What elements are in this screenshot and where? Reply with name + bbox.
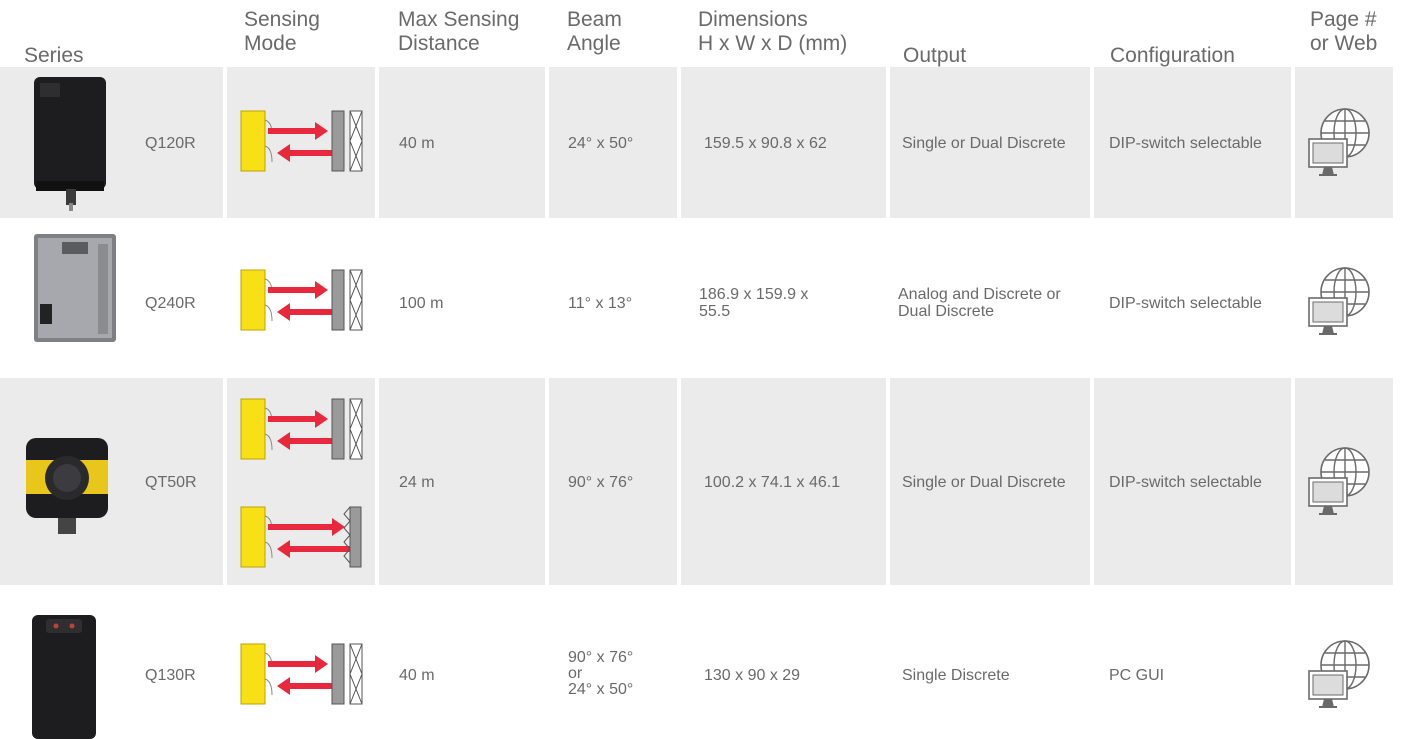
product-photo-q130r	[32, 615, 96, 739]
header-sensing-mode: Sensing Mode	[244, 8, 320, 56]
beam-angle: 90° x 76°	[568, 474, 634, 491]
header-output: Output	[903, 44, 967, 67]
max-distance: 40 m	[399, 135, 435, 152]
beam-angle-line2: or	[568, 665, 583, 682]
series-name: Q240R	[145, 295, 196, 312]
table-row: Q130R 40 m 90° x 76° or 24° x 50° 130 x …	[0, 589, 1408, 739]
product-photo-qt50r	[26, 438, 108, 534]
header-page-web: Page # or Web	[1310, 8, 1377, 56]
web-monitor-icon[interactable]	[1305, 444, 1385, 520]
series-name: Q120R	[145, 135, 196, 152]
output: Single or Dual Discrete	[902, 474, 1066, 491]
table-row: QT50R 24 m 90° x 76° 100.2 x 74.1 x 46.1…	[0, 378, 1408, 585]
web-monitor-icon[interactable]	[1305, 105, 1385, 181]
output-line1: Analog and Discrete or	[898, 286, 1061, 303]
header-page-web-line1: Page #	[1310, 8, 1377, 31]
dimensions-line1: 186.9 x 159.9 x	[699, 286, 809, 303]
header-dimensions-line2: H x W x D (mm)	[698, 32, 848, 55]
table-row: Q240R 100 m 11° x 13° 186.9 x 159.9 x 55…	[0, 222, 1408, 374]
output: Single or Dual Discrete	[902, 135, 1066, 152]
max-distance: 24 m	[399, 474, 435, 491]
dimensions: 130 x 90 x 29	[704, 667, 801, 684]
web-monitor-icon[interactable]	[1305, 264, 1385, 340]
web-monitor-icon[interactable]	[1305, 637, 1385, 713]
configuration: PC GUI	[1109, 667, 1165, 684]
product-photo-q240r	[34, 234, 116, 342]
header-series: Series	[24, 44, 84, 67]
header-max-distance: Max Sensing Distance	[398, 8, 519, 56]
beam-angle: 24° x 50°	[568, 135, 634, 152]
max-distance: 40 m	[399, 667, 435, 684]
header-max-distance-line2: Distance	[398, 32, 480, 55]
header-max-distance-line1: Max Sensing	[398, 8, 520, 31]
header-sensing-mode-line1: Sensing	[244, 8, 320, 31]
header-beam-angle-line2: Angle	[567, 32, 621, 55]
configuration: DIP-switch selectable	[1109, 295, 1262, 312]
configuration: DIP-switch selectable	[1109, 474, 1262, 491]
dimensions: 100.2 x 74.1 x 46.1	[704, 474, 841, 491]
product-comparison-table: Series Sensing Mode Max Sensing Distance…	[0, 0, 1408, 739]
header-beam-angle-line1: Beam	[567, 8, 622, 31]
series-name: Q130R	[145, 667, 196, 684]
dimensions: 186.9 x 159.9 x 55.5	[699, 286, 808, 320]
header-sensing-mode-line2: Mode	[244, 32, 297, 55]
output: Analog and Discrete or Dual Discrete	[898, 286, 1061, 320]
output-line2: Dual Discrete	[898, 303, 995, 320]
table-row: Q120R 40 m 24° x 50° 159.5 x 90.8 x 62 S…	[0, 67, 1408, 218]
max-distance: 100 m	[399, 295, 444, 312]
beam-angle-line1: 90° x 76°	[568, 649, 634, 666]
header-beam-angle: Beam Angle	[567, 8, 622, 56]
beam-angle: 11° x 13°	[568, 295, 633, 312]
beam-angle: 90° x 76° or 24° x 50°	[568, 650, 633, 698]
header-page-web-line2: or Web	[1310, 32, 1378, 55]
beam-angle-line3: 24° x 50°	[568, 681, 634, 698]
header-dimensions-line1: Dimensions	[698, 8, 808, 31]
sensing-mode-icon	[240, 398, 364, 462]
series-name: QT50R	[145, 474, 197, 491]
header-dimensions: Dimensions H x W x D (mm)	[698, 8, 847, 56]
product-photo-q120r	[34, 77, 106, 211]
dimensions: 159.5 x 90.8 x 62	[704, 135, 827, 152]
sensing-mode-icon	[240, 269, 364, 333]
configuration: DIP-switch selectable	[1109, 135, 1262, 152]
header-configuration: Configuration	[1110, 44, 1235, 67]
sensing-mode-icon	[240, 643, 364, 707]
retroreflective-mode-icon	[240, 506, 364, 570]
output: Single Discrete	[902, 667, 1010, 684]
dimensions-line2: 55.5	[699, 303, 731, 320]
sensing-mode-icon	[240, 110, 364, 174]
